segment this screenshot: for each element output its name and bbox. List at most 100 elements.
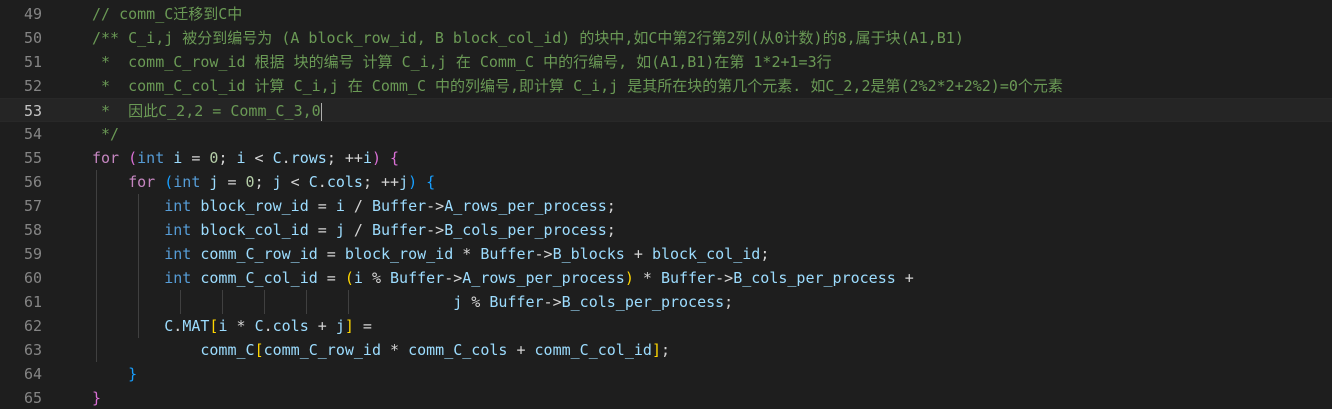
code-token: * xyxy=(453,245,481,263)
line-code[interactable]: * comm_C_col_id 计算 C_i,j 在 Comm_C 中的列编号,… xyxy=(92,74,1063,98)
code-line[interactable]: 49 // comm_C迁移到C中 xyxy=(0,2,1332,26)
code-token: for xyxy=(128,173,156,191)
indent-guide xyxy=(264,290,265,314)
code-token: ; xyxy=(660,341,670,359)
indent-guide xyxy=(306,290,307,314)
code-token: ( xyxy=(128,149,138,167)
line-code[interactable]: /** C_i,j 被分到编号为 (A block_row_id, B bloc… xyxy=(92,26,964,50)
code-token: i xyxy=(362,149,372,167)
line-code[interactable]: for (int i = 0; i < C.rows; ++i) { xyxy=(92,146,399,170)
code-line[interactable]: 59 int comm_C_row_id = block_row_id * Bu… xyxy=(0,242,1332,266)
line-code[interactable]: } xyxy=(92,362,137,386)
line-code[interactable]: C.MAT[i * C.cols + j] = xyxy=(92,314,372,338)
line-code[interactable]: for (int j = 0; j < C.cols; ++j) { xyxy=(92,170,435,194)
code-line[interactable]: 58 int block_col_id = j / Buffer->B_cols… xyxy=(0,218,1332,242)
line-number: 51 xyxy=(23,53,42,71)
code-token: for xyxy=(92,149,120,167)
code-token: . xyxy=(173,317,183,335)
code-token: ) xyxy=(408,173,418,191)
line-code[interactable]: * 因此C_2,2 = Comm_C_3,0 xyxy=(92,99,322,123)
line-code[interactable]: * comm_C_row_id 根据 块的编号 计算 C_i,j 在 Comm_… xyxy=(92,50,832,74)
line-code[interactable]: comm_C[comm_C_row_id * comm_C_cols + com… xyxy=(92,338,670,362)
code-line[interactable]: 62 C.MAT[i * C.cols + j] = xyxy=(0,314,1332,338)
code-token: C xyxy=(164,317,174,335)
line-code[interactable]: int comm_C_col_id = (i % Buffer->A_rows_… xyxy=(92,266,914,290)
code-token: . xyxy=(263,317,273,335)
code-token: ; ++ xyxy=(326,149,363,167)
line-number: 53 xyxy=(23,102,42,120)
code-token: = xyxy=(182,149,210,167)
code-token: } xyxy=(128,365,138,383)
line-number: 57 xyxy=(23,197,42,215)
code-token: ; xyxy=(606,197,616,215)
line-code[interactable]: } xyxy=(92,386,101,409)
code-token: + xyxy=(895,269,914,287)
line-code[interactable]: j % Buffer->B_cols_per_process; xyxy=(92,290,733,314)
code-line[interactable]: 52 * comm_C_col_id 计算 C_i,j 在 Comm_C 中的列… xyxy=(0,74,1332,98)
indent-guide xyxy=(96,50,97,146)
line-code[interactable]: int block_col_id = j / Buffer->B_cols_pe… xyxy=(92,218,616,242)
code-token: = xyxy=(308,197,336,215)
line-code[interactable]: // comm_C迁移到C中 xyxy=(92,2,242,26)
code-line[interactable]: 50 /** C_i,j 被分到编号为 (A block_row_id, B bl… xyxy=(0,26,1332,50)
code-token: comm_C_col_id xyxy=(534,341,652,359)
code-token: B_cols_per_process xyxy=(444,221,607,239)
code-line[interactable]: 57 int block_row_id = i / Buffer->A_rows… xyxy=(0,194,1332,218)
code-editor[interactable]: 49 // comm_C迁移到C中 50 /** C_i,j 被分到编号为 (A bl… xyxy=(0,0,1332,409)
code-token: Buffer xyxy=(371,197,427,215)
code-token: C xyxy=(272,149,282,167)
code-line[interactable]: 61 j % Buffer->B_cols_per_process; xyxy=(0,290,1332,314)
code-token: i xyxy=(353,269,363,287)
line-number: 58 xyxy=(23,221,42,239)
code-token: // comm_C迁移到C中 xyxy=(92,5,243,23)
code-token: < xyxy=(245,149,273,167)
code-token: / xyxy=(344,197,372,215)
indent-guide xyxy=(96,170,97,362)
code-line[interactable]: 53 * 因此C_2,2 = Comm_C_3,0 xyxy=(0,98,1332,122)
code-token: j xyxy=(453,293,463,311)
code-line[interactable]: 56 for (int j = 0; j < C.cols; ++j) { xyxy=(0,170,1332,194)
code-token: = xyxy=(308,221,336,239)
code-token: -> xyxy=(426,197,445,215)
code-token: { xyxy=(426,173,436,191)
indent-guide xyxy=(180,290,181,314)
line-number: 61 xyxy=(23,293,42,311)
code-token: ) xyxy=(624,269,634,287)
code-line[interactable]: 51 * comm_C_row_id 根据 块的编号 计算 C_i,j 在 Co… xyxy=(0,50,1332,74)
code-token: = xyxy=(317,245,345,263)
code-token: block_row_id xyxy=(344,245,454,263)
line-number: 52 xyxy=(23,77,42,95)
code-line[interactable]: 65} xyxy=(0,386,1332,409)
code-line[interactable]: 55 for (int i = 0; i < C.rows; ++i) { xyxy=(0,146,1332,170)
code-token: j xyxy=(335,317,345,335)
code-token: A_rows_per_process xyxy=(444,197,607,215)
code-line[interactable]: 54 */ xyxy=(0,122,1332,146)
code-token: i xyxy=(236,149,246,167)
code-line[interactable]: 64 } xyxy=(0,362,1332,386)
code-token: -> xyxy=(444,269,463,287)
code-line[interactable]: 63 comm_C[comm_C_row_id * comm_C_cols + … xyxy=(0,338,1332,362)
code-token: B_blocks xyxy=(552,245,625,263)
line-code[interactable]: int comm_C_row_id = block_row_id * Buffe… xyxy=(92,242,769,266)
code-token: ; ++ xyxy=(362,173,400,191)
code-token: [ xyxy=(254,341,264,359)
code-token: ; xyxy=(724,293,734,311)
code-token: ; xyxy=(254,173,273,191)
line-number: 63 xyxy=(23,341,42,359)
text-cursor xyxy=(320,102,322,121)
code-token: * 因此C_2,2 = Comm_C_3,0 xyxy=(92,102,321,120)
line-code[interactable]: int block_row_id = i / Buffer->A_rows_pe… xyxy=(92,194,616,218)
code-token: + xyxy=(624,245,652,263)
code-line[interactable]: 60 int comm_C_col_id = (i % Buffer->A_ro… xyxy=(0,266,1332,290)
code-token: ( xyxy=(164,173,174,191)
code-token: int xyxy=(164,221,192,239)
code-token: cols xyxy=(272,317,309,335)
code-token: % xyxy=(462,293,490,311)
